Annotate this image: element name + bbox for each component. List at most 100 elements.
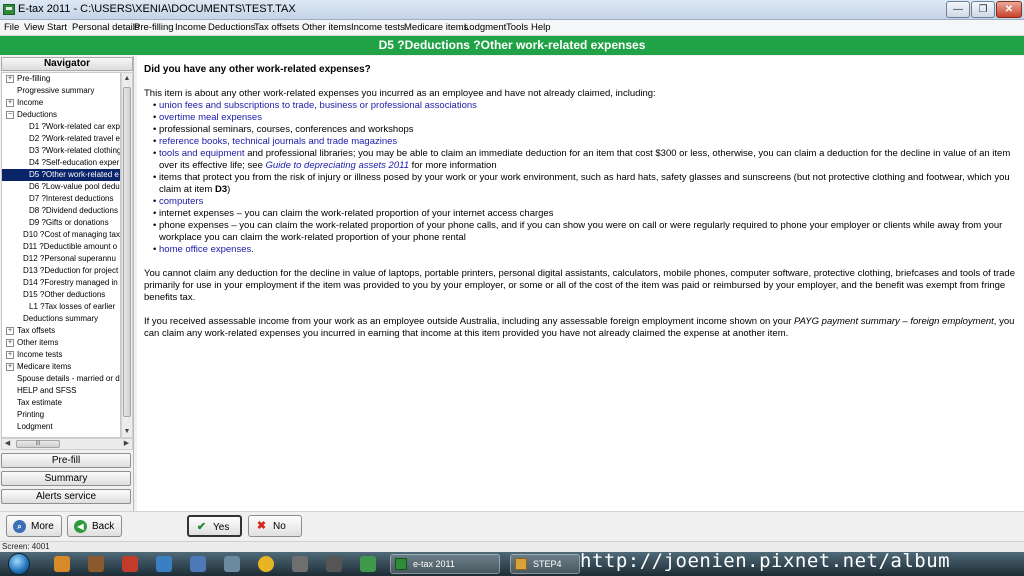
video-app-icon[interactable] (122, 556, 138, 572)
navigator-item-label: Income tests (17, 350, 63, 359)
menu-help[interactable]: Help (531, 22, 551, 33)
union-fees-link[interactable]: union fees and subscriptions to trade, b… (159, 100, 477, 111)
protective-items-text: items that protect you from the risk of … (159, 172, 1010, 195)
navigator-item[interactable]: D1 ?Work-related car exp (2, 121, 120, 133)
navigator-item[interactable]: D13 ?Deduction for project (2, 265, 120, 277)
navigator-item-label: D12 ?Personal superannu (23, 254, 116, 263)
navigator-horizontal-scrollbar[interactable]: ◀ III ▶ (1, 438, 133, 450)
network-icon[interactable] (224, 556, 240, 572)
menu-file[interactable]: File (4, 22, 19, 33)
navigator-item[interactable]: Tax estimate (2, 397, 120, 409)
depreciation-guide-link[interactable]: Guide to depreciating assets 2011 (266, 160, 409, 171)
navigator-vertical-scrollbar[interactable]: ▲ ▼ (121, 72, 133, 438)
calculator-icon[interactable] (326, 556, 342, 572)
expand-icon[interactable]: + (6, 75, 14, 83)
pre-fill-button[interactable]: Pre-fill (1, 453, 131, 468)
scroll-down-icon[interactable]: ▼ (122, 426, 132, 437)
chrome-icon[interactable] (258, 556, 274, 572)
scroll-right-icon[interactable]: ▶ (121, 439, 132, 449)
menu-view[interactable]: View (24, 22, 44, 33)
navigator-item[interactable]: + Pre-filling (2, 73, 120, 85)
menu-lodgment[interactable]: Lodgment (464, 22, 506, 33)
navigator-item-label: Spouse details - married or d (17, 374, 120, 383)
start-button[interactable] (8, 553, 30, 575)
back-button[interactable]: ◀ Back (67, 515, 122, 537)
navigator-item-label: Pre-filling (17, 74, 51, 83)
menu-income[interactable]: Income (175, 22, 206, 33)
navigator-item-label: Printing (17, 410, 45, 419)
navigator-item[interactable]: D7 ?Interest deductions (2, 193, 120, 205)
maximize-button[interactable]: ❐ (971, 1, 995, 18)
taskbar-etax[interactable]: e-tax 2011 (390, 554, 500, 574)
settings-icon[interactable] (292, 556, 308, 572)
expand-icon[interactable]: + (6, 99, 14, 107)
navigator-item[interactable]: Spouse details - married or d (2, 373, 120, 385)
overtime-meal-link[interactable]: overtime meal expenses (159, 112, 262, 123)
expand-icon[interactable]: + (6, 339, 14, 347)
minimize-button[interactable]: — (946, 1, 970, 18)
navigator-item[interactable]: D8 ?Dividend deductions (2, 205, 120, 217)
spreadsheet-icon[interactable] (360, 556, 376, 572)
menu-other-items[interactable]: Other items (302, 22, 351, 33)
navigator-item[interactable]: HELP and SFSS (2, 385, 120, 397)
navigator-item[interactable]: + Tax offsets (2, 325, 120, 337)
navigator-item[interactable]: D2 ?Work-related travel e (2, 133, 120, 145)
scroll-up-icon[interactable]: ▲ (122, 73, 132, 84)
navigator-item[interactable]: Progressive summary (2, 85, 120, 97)
scroll-left-icon[interactable]: ◀ (2, 439, 13, 449)
navigator-item[interactable]: D5 ?Other work-related e (2, 169, 120, 181)
menu-deductions[interactable]: Deductions (208, 22, 256, 33)
navigator-item[interactable]: Lodgment (2, 421, 120, 433)
navigator-item[interactable]: − Deductions (2, 109, 120, 121)
collapse-icon[interactable]: − (6, 111, 14, 119)
menu-tools[interactable]: Tools (506, 22, 528, 33)
navigator-item-label: Deductions (17, 110, 58, 119)
menu-personal-details[interactable]: Personal details (72, 22, 140, 33)
expand-icon[interactable]: + (6, 363, 14, 371)
alerts-service-button[interactable]: Alerts service (1, 489, 131, 504)
close-button[interactable]: ✕ (996, 1, 1022, 18)
menu-income-tests[interactable]: Income tests (351, 22, 405, 33)
navigator-item[interactable]: + Medicare items (2, 361, 120, 373)
navigator-item[interactable]: D10 ?Cost of managing tax (2, 229, 120, 241)
no-button[interactable]: ✖ No (248, 515, 302, 537)
scroll-thumb[interactable] (123, 87, 131, 417)
editor-icon[interactable] (156, 556, 172, 572)
navigator-item[interactable]: + Income (2, 97, 120, 109)
navigator-item[interactable]: D4 ?Self-education exper (2, 157, 120, 169)
computers-link[interactable]: computers (159, 196, 203, 207)
navigator-tree[interactable]: + Pre-filling Progressive summary + Income − D… (1, 72, 121, 438)
navigator-item[interactable]: D6 ?Low-value pool dedu (2, 181, 120, 193)
navigator-item[interactable]: L1 ?Tax losses of earlier (2, 301, 120, 313)
navigator-item[interactable]: + Other items (2, 337, 120, 349)
navigator-item[interactable]: Deductions summary (2, 313, 120, 325)
paint-icon[interactable] (190, 556, 206, 572)
menu-tax-offsets[interactable]: Tax offsets (254, 22, 299, 33)
photo-app-icon[interactable] (88, 556, 104, 572)
navigator-item[interactable]: D12 ?Personal superannu (2, 253, 120, 265)
navigator-item[interactable]: D11 ?Deductible amount o (2, 241, 120, 253)
navigator-item[interactable]: Printing (2, 409, 120, 421)
summary-button[interactable]: Summary (1, 471, 131, 486)
yes-button[interactable]: ✔ Yes (187, 515, 242, 537)
expand-icon[interactable]: + (6, 351, 14, 359)
list-item: computers (144, 196, 1019, 208)
more-button[interactable]: ⌕ More (6, 515, 62, 537)
media-player-icon[interactable] (54, 556, 70, 572)
navigator-item[interactable]: D14 ?Forestry managed in (2, 277, 120, 289)
reference-books-link[interactable]: reference books, technical journals and … (159, 136, 397, 147)
horizontal-scroll-thumb[interactable]: III (16, 440, 60, 448)
home-office-tail: . (251, 244, 254, 255)
taskbar-step4[interactable]: STEP4 (510, 554, 580, 574)
menu-medicare-items[interactable]: Medicare items (404, 22, 468, 33)
list-item: professional seminars, courses, conferen… (144, 124, 1019, 136)
navigator-item[interactable]: D9 ?Gifts or donations (2, 217, 120, 229)
home-office-link[interactable]: home office expenses (159, 244, 251, 255)
tools-equipment-link[interactable]: tools and equipment (159, 148, 245, 159)
navigator-item[interactable]: + Income tests (2, 349, 120, 361)
navigator-item[interactable]: D15 ?Other deductions (2, 289, 120, 301)
menu-pre-filling[interactable]: Pre-filling (134, 22, 174, 33)
expand-icon[interactable]: + (6, 327, 14, 335)
navigator-item[interactable]: D3 ?Work-related clothing (2, 145, 120, 157)
menu-start[interactable]: Start (47, 22, 67, 33)
